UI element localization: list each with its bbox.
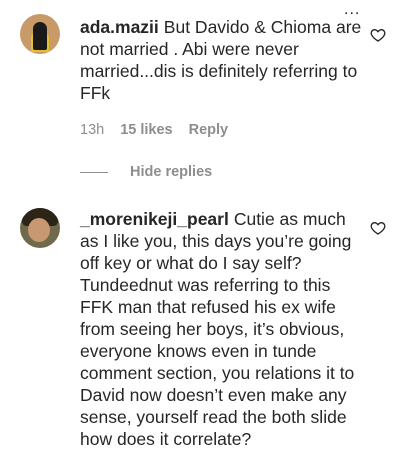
comment-body: Cutie as much as I like you, this days y… [80,209,355,449]
divider-line [80,171,108,173]
comment-username[interactable]: ada.mazii [80,17,159,37]
comment-meta: 13h 15 likes Reply [80,122,228,138]
heart-outline-icon[interactable] [370,27,386,43]
avatar-face [28,218,50,242]
heart-outline-icon[interactable] [370,220,386,236]
hide-replies-button[interactable]: Hide replies [80,164,212,180]
likes-count[interactable]: 15 likes [120,122,172,138]
comment-text: _morenikeji_pearl Cutie as much as I like… [80,208,362,450]
comment-username[interactable]: _morenikeji_pearl [80,209,229,229]
more-dots-icon[interactable]: ... [341,2,364,18]
avatar-figure-head [33,22,47,50]
avatar-ada-mazii[interactable] [20,14,60,54]
comment-time: 13h [80,122,105,138]
comment-text: ada.mazii But Davido & Chioma are not mar… [80,16,362,104]
reply-button[interactable]: Reply [189,122,229,138]
hide-replies-label: Hide replies [130,164,213,180]
avatar-morenikeji-pearl[interactable] [20,208,60,248]
